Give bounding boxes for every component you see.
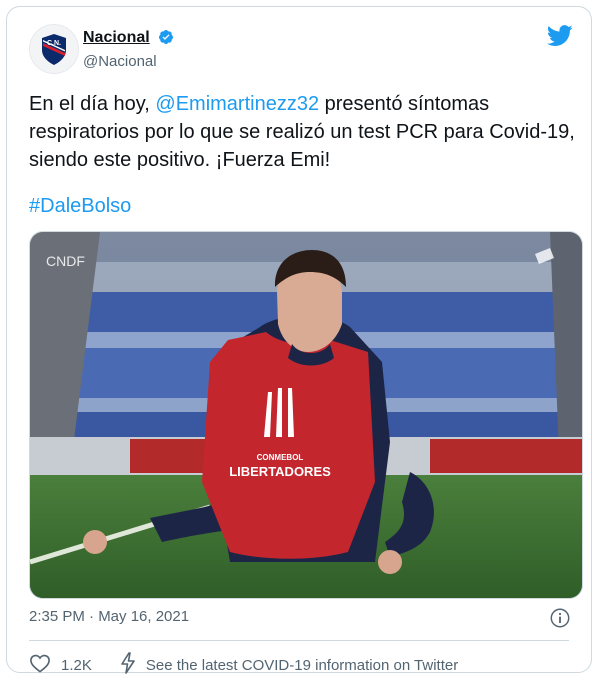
avatar[interactable]: C.N. [29, 24, 79, 74]
lightning-bolt-icon [120, 652, 136, 678]
club-crest-icon: C.N. [42, 34, 66, 65]
photo-watermark: CNDF [46, 253, 85, 269]
tweet-card: C.N. Nacional @Nacional En el día hoy, @… [6, 6, 592, 674]
hashtag-link[interactable]: #DaleBolso [29, 192, 131, 220]
like-count: 1.2K [61, 656, 92, 674]
tweet-actions: 1.2K See the latest COVID-19 information… [29, 652, 458, 678]
info-icon[interactable] [549, 607, 571, 634]
verified-badge-icon [158, 29, 174, 50]
bib-text: LIBERTADORES [229, 464, 331, 479]
twitter-bird-icon[interactable] [546, 25, 573, 52]
covid-info-text: See the latest COVID-19 information on T… [145, 656, 459, 674]
tweet-timestamp[interactable]: 2:35 PM · May 16, 2021 [29, 608, 189, 625]
author-display-name[interactable]: Nacional [83, 29, 150, 46]
mention-link[interactable]: @Emimartinezz32 [155, 93, 319, 115]
author-block: Nacional @Nacional [83, 29, 174, 70]
tweet-photo[interactable]: CONMEBOL LIBERTADORES CNDF [29, 231, 583, 599]
covid-info-link[interactable]: See the latest COVID-19 information on T… [120, 652, 458, 678]
tweet-text: En el día hoy, @Emimartinezz32 presentó … [29, 90, 579, 174]
divider [29, 640, 569, 641]
heart-icon [29, 653, 51, 677]
svg-text:C.N.: C.N. [47, 40, 61, 47]
bib-brand: CONMEBOL [257, 453, 304, 462]
author-handle[interactable]: @Nacional [83, 53, 174, 70]
like-button[interactable]: 1.2K [29, 653, 92, 677]
tweet-text-before: En el día hoy, [29, 93, 156, 115]
player-photo: CONMEBOL LIBERTADORES CNDF [30, 232, 582, 598]
